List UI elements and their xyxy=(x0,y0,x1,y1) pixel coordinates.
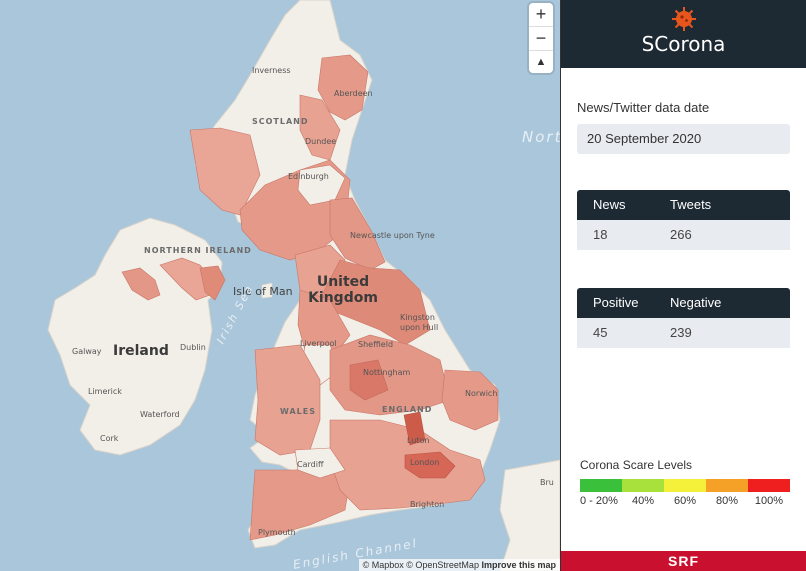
label-england: ENGLAND xyxy=(382,405,433,414)
label-limerick: Limerick xyxy=(88,387,122,396)
date-value: 20 September 2020 xyxy=(577,124,790,154)
counts-table: News Tweets 18 266 xyxy=(577,190,790,250)
continent-landmass xyxy=(499,459,560,571)
label-dundee: Dundee xyxy=(305,137,337,146)
label-dublin: Dublin xyxy=(180,343,206,352)
legend-tick: 100% xyxy=(754,495,784,507)
app-title: SCorona xyxy=(641,32,726,56)
news-header: News xyxy=(593,197,626,212)
legend-swatch xyxy=(706,479,748,492)
label-united-kingdom: United Kingdom xyxy=(308,274,378,306)
label-plymouth: Plymouth xyxy=(258,528,296,537)
news-count: 18 xyxy=(593,227,608,242)
label-london: London xyxy=(410,458,440,467)
date-label: News/Twitter data date xyxy=(577,100,710,115)
info-panel: SCorona News/Twitter data date 20 Septem… xyxy=(560,0,806,571)
legend-color-bar xyxy=(580,479,790,492)
legend-swatch xyxy=(664,479,706,492)
legend-title: Corona Scare Levels xyxy=(580,458,693,472)
legend-swatch xyxy=(748,479,790,492)
legend-swatch xyxy=(622,479,664,492)
label-brighton: Brighton xyxy=(410,500,445,509)
legend-tick: 0 - 20% xyxy=(580,495,618,507)
label-scotland: SCOTLAND xyxy=(252,117,309,126)
counts-table-header: News Tweets xyxy=(577,190,790,220)
label-bru: Bru xyxy=(540,478,554,487)
sentiment-table-row: 45 239 xyxy=(577,318,790,348)
label-north-sea: North Sea xyxy=(522,128,560,146)
label-cork: Cork xyxy=(100,434,119,443)
tweets-count: 266 xyxy=(670,227,692,242)
label-edinburgh: Edinburgh xyxy=(288,172,329,181)
label-waterford: Waterford xyxy=(140,410,180,419)
virus-icon xyxy=(561,0,806,32)
legend-tick: 60% xyxy=(673,495,697,507)
sentiment-table: Positive Negative 45 239 xyxy=(577,288,790,348)
label-kingston: Kingston upon Hull xyxy=(400,313,439,332)
improve-map-link[interactable]: Improve this map xyxy=(481,560,556,570)
label-northern-ireland: NORTHERN IRELAND xyxy=(144,246,252,255)
label-nottingham: Nottingham xyxy=(363,368,411,377)
label-norwich: Norwich xyxy=(465,389,498,398)
zoom-out-button[interactable]: − xyxy=(529,27,553,51)
label-cardiff: Cardiff xyxy=(297,460,324,469)
label-galway: Galway xyxy=(72,347,102,356)
panel-header: SCorona xyxy=(561,0,806,68)
attribution-text[interactable]: © Mapbox © OpenStreetMap xyxy=(363,560,479,570)
legend-tick: 80% xyxy=(715,495,739,507)
legend-tick: 40% xyxy=(631,495,655,507)
tweets-header: Tweets xyxy=(670,197,712,212)
positive-header: Positive xyxy=(593,295,639,310)
label-luton: Luton xyxy=(407,436,430,445)
label-liverpool: Liverpool xyxy=(300,339,337,348)
scare-level-legend: Corona Scare Levels 0 - 20% 40% 60% 80% … xyxy=(580,458,790,507)
sentiment-table-header: Positive Negative xyxy=(577,288,790,318)
label-ireland: Ireland xyxy=(113,343,169,359)
map-view[interactable]: Inverness Aberdeen SCOTLAND Dundee Edinb… xyxy=(0,0,560,571)
label-wales: WALES xyxy=(280,407,316,416)
positive-count: 45 xyxy=(593,325,608,340)
zoom-in-button[interactable]: + xyxy=(529,3,553,27)
label-sheffield: Sheffield xyxy=(358,340,394,349)
legend-swatch xyxy=(580,479,622,492)
label-inverness: Inverness xyxy=(252,66,291,75)
negative-count: 239 xyxy=(670,325,692,340)
counts-table-row: 18 266 xyxy=(577,220,790,250)
label-newcastle: Newcastle upon Tyne xyxy=(350,231,435,240)
label-aberdeen: Aberdeen xyxy=(334,89,373,98)
srf-footer: SRF xyxy=(561,551,806,571)
map-attribution: © Mapbox © OpenStreetMap Improve this ma… xyxy=(358,559,560,571)
legend-ticks: 0 - 20% 40% 60% 80% 100% xyxy=(580,495,790,507)
compass-button[interactable]: ▲ xyxy=(529,51,553,74)
negative-header: Negative xyxy=(670,295,722,310)
map-zoom-controls: + − ▲ xyxy=(529,3,553,73)
